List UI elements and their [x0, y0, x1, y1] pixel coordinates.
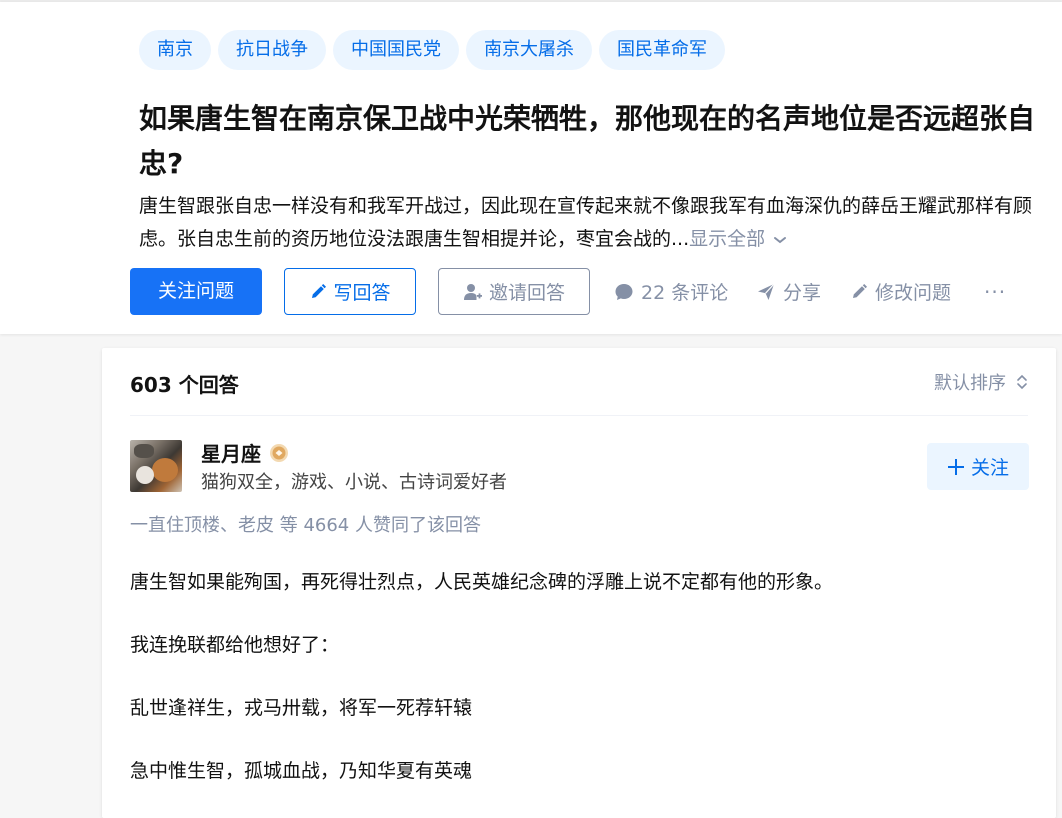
- author-name[interactable]: 星月座: [201, 438, 289, 467]
- answer-paragraph: 乱世逢祥生，戎马卅载，将军一死荐轩辕: [130, 697, 473, 719]
- follow-author-button[interactable]: 关注: [927, 443, 1029, 490]
- creator-badge-icon: [270, 443, 288, 462]
- topic-tag[interactable]: 中国国民党: [333, 30, 459, 70]
- topic-tag[interactable]: 南京: [139, 30, 211, 70]
- share-label: 分享: [783, 282, 822, 304]
- more-options-button[interactable]: ···: [984, 268, 1006, 315]
- answer-count: 603 个回答: [130, 373, 239, 397]
- follow-question-button[interactable]: 关注问题: [130, 268, 262, 315]
- question-header: 南京 抗日战争 中国国民党 南京大屠杀 国民革命军 如果唐生智在南京保卫战中光荣…: [0, 2, 1062, 334]
- topic-tag[interactable]: 国民革命军: [599, 30, 725, 70]
- edit-question-button[interactable]: 修改问题: [850, 268, 951, 315]
- question-detail: 唐生智跟张自忠一样没有和我军开战过，因此现在宣传起来就不像跟我军有血海深仇的薛岳…: [139, 190, 1054, 256]
- author-bio: 猫狗双全，游戏、小说、古诗词爱好者: [201, 472, 507, 493]
- show-all-label: 显示全部: [689, 228, 766, 250]
- topic-tag[interactable]: 南京大屠杀: [466, 30, 592, 70]
- question-title[interactable]: 如果唐生智在南京保卫战中光荣牺牲，那他现在的名声地位是否远超张自忠?: [139, 96, 1054, 186]
- topic-tag[interactable]: 抗日战争: [218, 30, 326, 70]
- follow-author-label: 关注: [970, 457, 1009, 479]
- answer-paragraph: 急中惟生智，孤城血战，乃知华夏有英魂: [130, 760, 473, 782]
- comments-label: 22 条评论: [641, 282, 729, 304]
- vote-summary[interactable]: 一直住顶楼、老皮 等 4664 人赞同了该回答: [130, 511, 481, 537]
- write-answer-button[interactable]: 写回答: [284, 268, 416, 315]
- comment-icon: [615, 283, 633, 300]
- question-actions: 关注问题 写回答 邀请回答 22 条评论 分享 修改问题 ···: [130, 268, 1010, 316]
- sort-dropdown[interactable]: 默认排序: [934, 369, 1028, 395]
- answer-content: 唐生智如果能殉国，再死得壮烈点，人民英雄纪念碑的浮雕上说不定都有他的形象。 我连…: [130, 566, 1028, 818]
- chevron-down-icon: [773, 223, 787, 256]
- plus-icon: [947, 458, 964, 475]
- avatar[interactable]: [130, 440, 182, 492]
- sort-chevron-icon: [1017, 374, 1027, 390]
- question-detail-text: 唐生智跟张自忠一样没有和我军开战过，因此现在宣传起来就不像跟我军有血海深仇的薛岳…: [139, 195, 1033, 250]
- edit-question-label: 修改问题: [875, 282, 952, 304]
- share-button[interactable]: 分享: [756, 268, 821, 315]
- pencil-icon: [312, 283, 327, 298]
- author-name-text: 星月座: [201, 442, 261, 466]
- invite-answer-button[interactable]: 邀请回答: [438, 268, 590, 315]
- answers-header: 603 个回答 默认排序: [130, 348, 1028, 416]
- show-all-link[interactable]: 显示全部: [689, 228, 787, 250]
- comments-button[interactable]: 22 条评论: [614, 268, 728, 315]
- answers-card: 603 个回答 默认排序 星月座 猫狗双全，游戏、小说、古诗词爱好者 关注 一直…: [102, 348, 1056, 818]
- write-answer-label: 写回答: [333, 282, 391, 304]
- topic-tags: 南京 抗日战争 中国国民党 南京大屠杀 国民革命军: [139, 30, 732, 70]
- answer-paragraph: 唐生智如果能殉国，再死得壮烈点，人民英雄纪念碑的浮雕上说不定都有他的形象。: [130, 571, 834, 593]
- share-icon: [758, 283, 775, 300]
- invite-answer-label: 邀请回答: [488, 282, 565, 304]
- answer-paragraph: 我连挽联都给他想好了：: [130, 634, 340, 656]
- pencil-icon: [853, 283, 867, 298]
- sort-label: 默认排序: [934, 373, 1006, 394]
- invite-user-icon: [463, 283, 482, 300]
